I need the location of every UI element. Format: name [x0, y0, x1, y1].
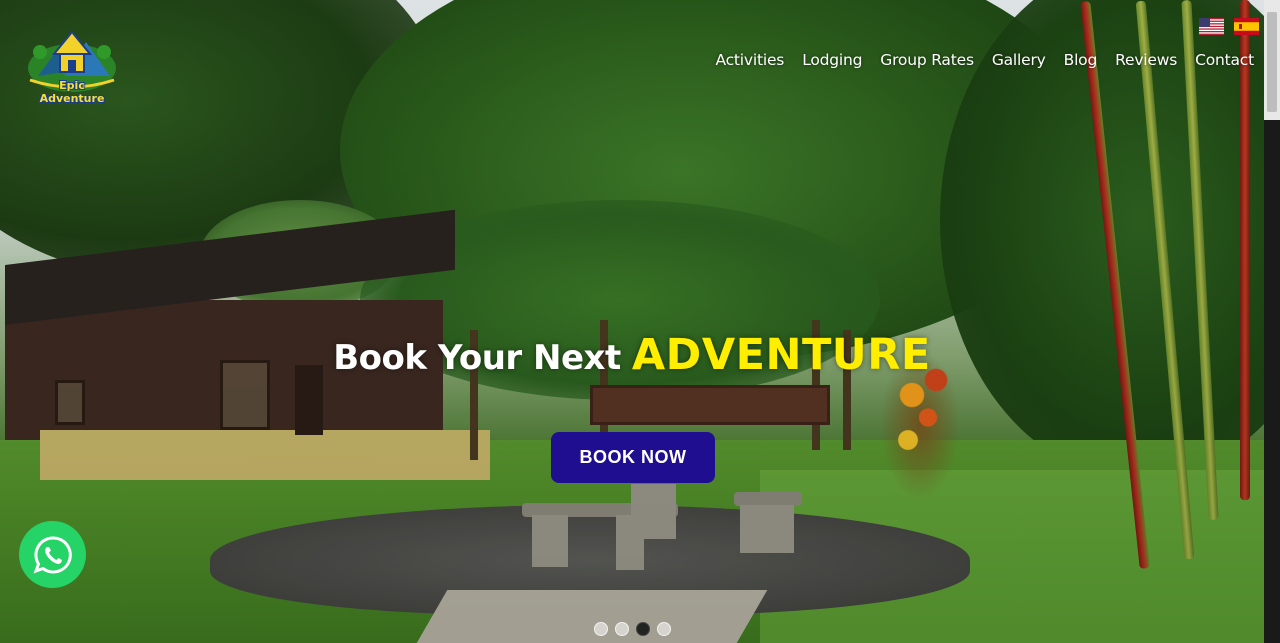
nav-contact[interactable]: Contact: [1186, 50, 1254, 70]
spain-flag-icon: [1234, 18, 1259, 35]
us-flag-icon: [1199, 18, 1224, 35]
nav-group-rates[interactable]: Group Rates: [871, 50, 983, 70]
nav-blog[interactable]: Blog: [1055, 50, 1106, 70]
nav-activities[interactable]: Activities: [706, 50, 793, 70]
language-switcher: [1199, 18, 1259, 35]
nav-lodging[interactable]: Lodging: [793, 50, 871, 70]
language-spanish-link[interactable]: [1234, 18, 1259, 35]
logo-text: Epic Adventure: [39, 79, 105, 105]
hero-background-image: [0, 0, 1264, 643]
slider-dot[interactable]: [594, 622, 608, 636]
slider-pagination: [594, 622, 671, 636]
headline-plain-text: Book Your Next: [333, 338, 621, 378]
book-now-button[interactable]: BOOK NOW: [551, 432, 715, 483]
nav-reviews[interactable]: Reviews: [1106, 50, 1186, 70]
headline-accent-text: ADVENTURE: [631, 330, 931, 380]
nav-gallery[interactable]: Gallery: [983, 50, 1055, 70]
slider-dot-active[interactable]: [636, 622, 650, 636]
slider-dot[interactable]: [615, 622, 629, 636]
hero-headline: Book Your Next ADVENTURE: [0, 330, 1264, 380]
photo-shade: [0, 0, 1264, 643]
whatsapp-icon: [33, 535, 72, 573]
slider-dot[interactable]: [657, 622, 671, 636]
whatsapp-button[interactable]: [19, 521, 86, 588]
main-navigation: Activities Lodging Group Rates Gallery B…: [706, 50, 1254, 70]
language-english-link[interactable]: [1199, 18, 1224, 35]
scrollbar-thumb[interactable]: [1267, 12, 1277, 112]
